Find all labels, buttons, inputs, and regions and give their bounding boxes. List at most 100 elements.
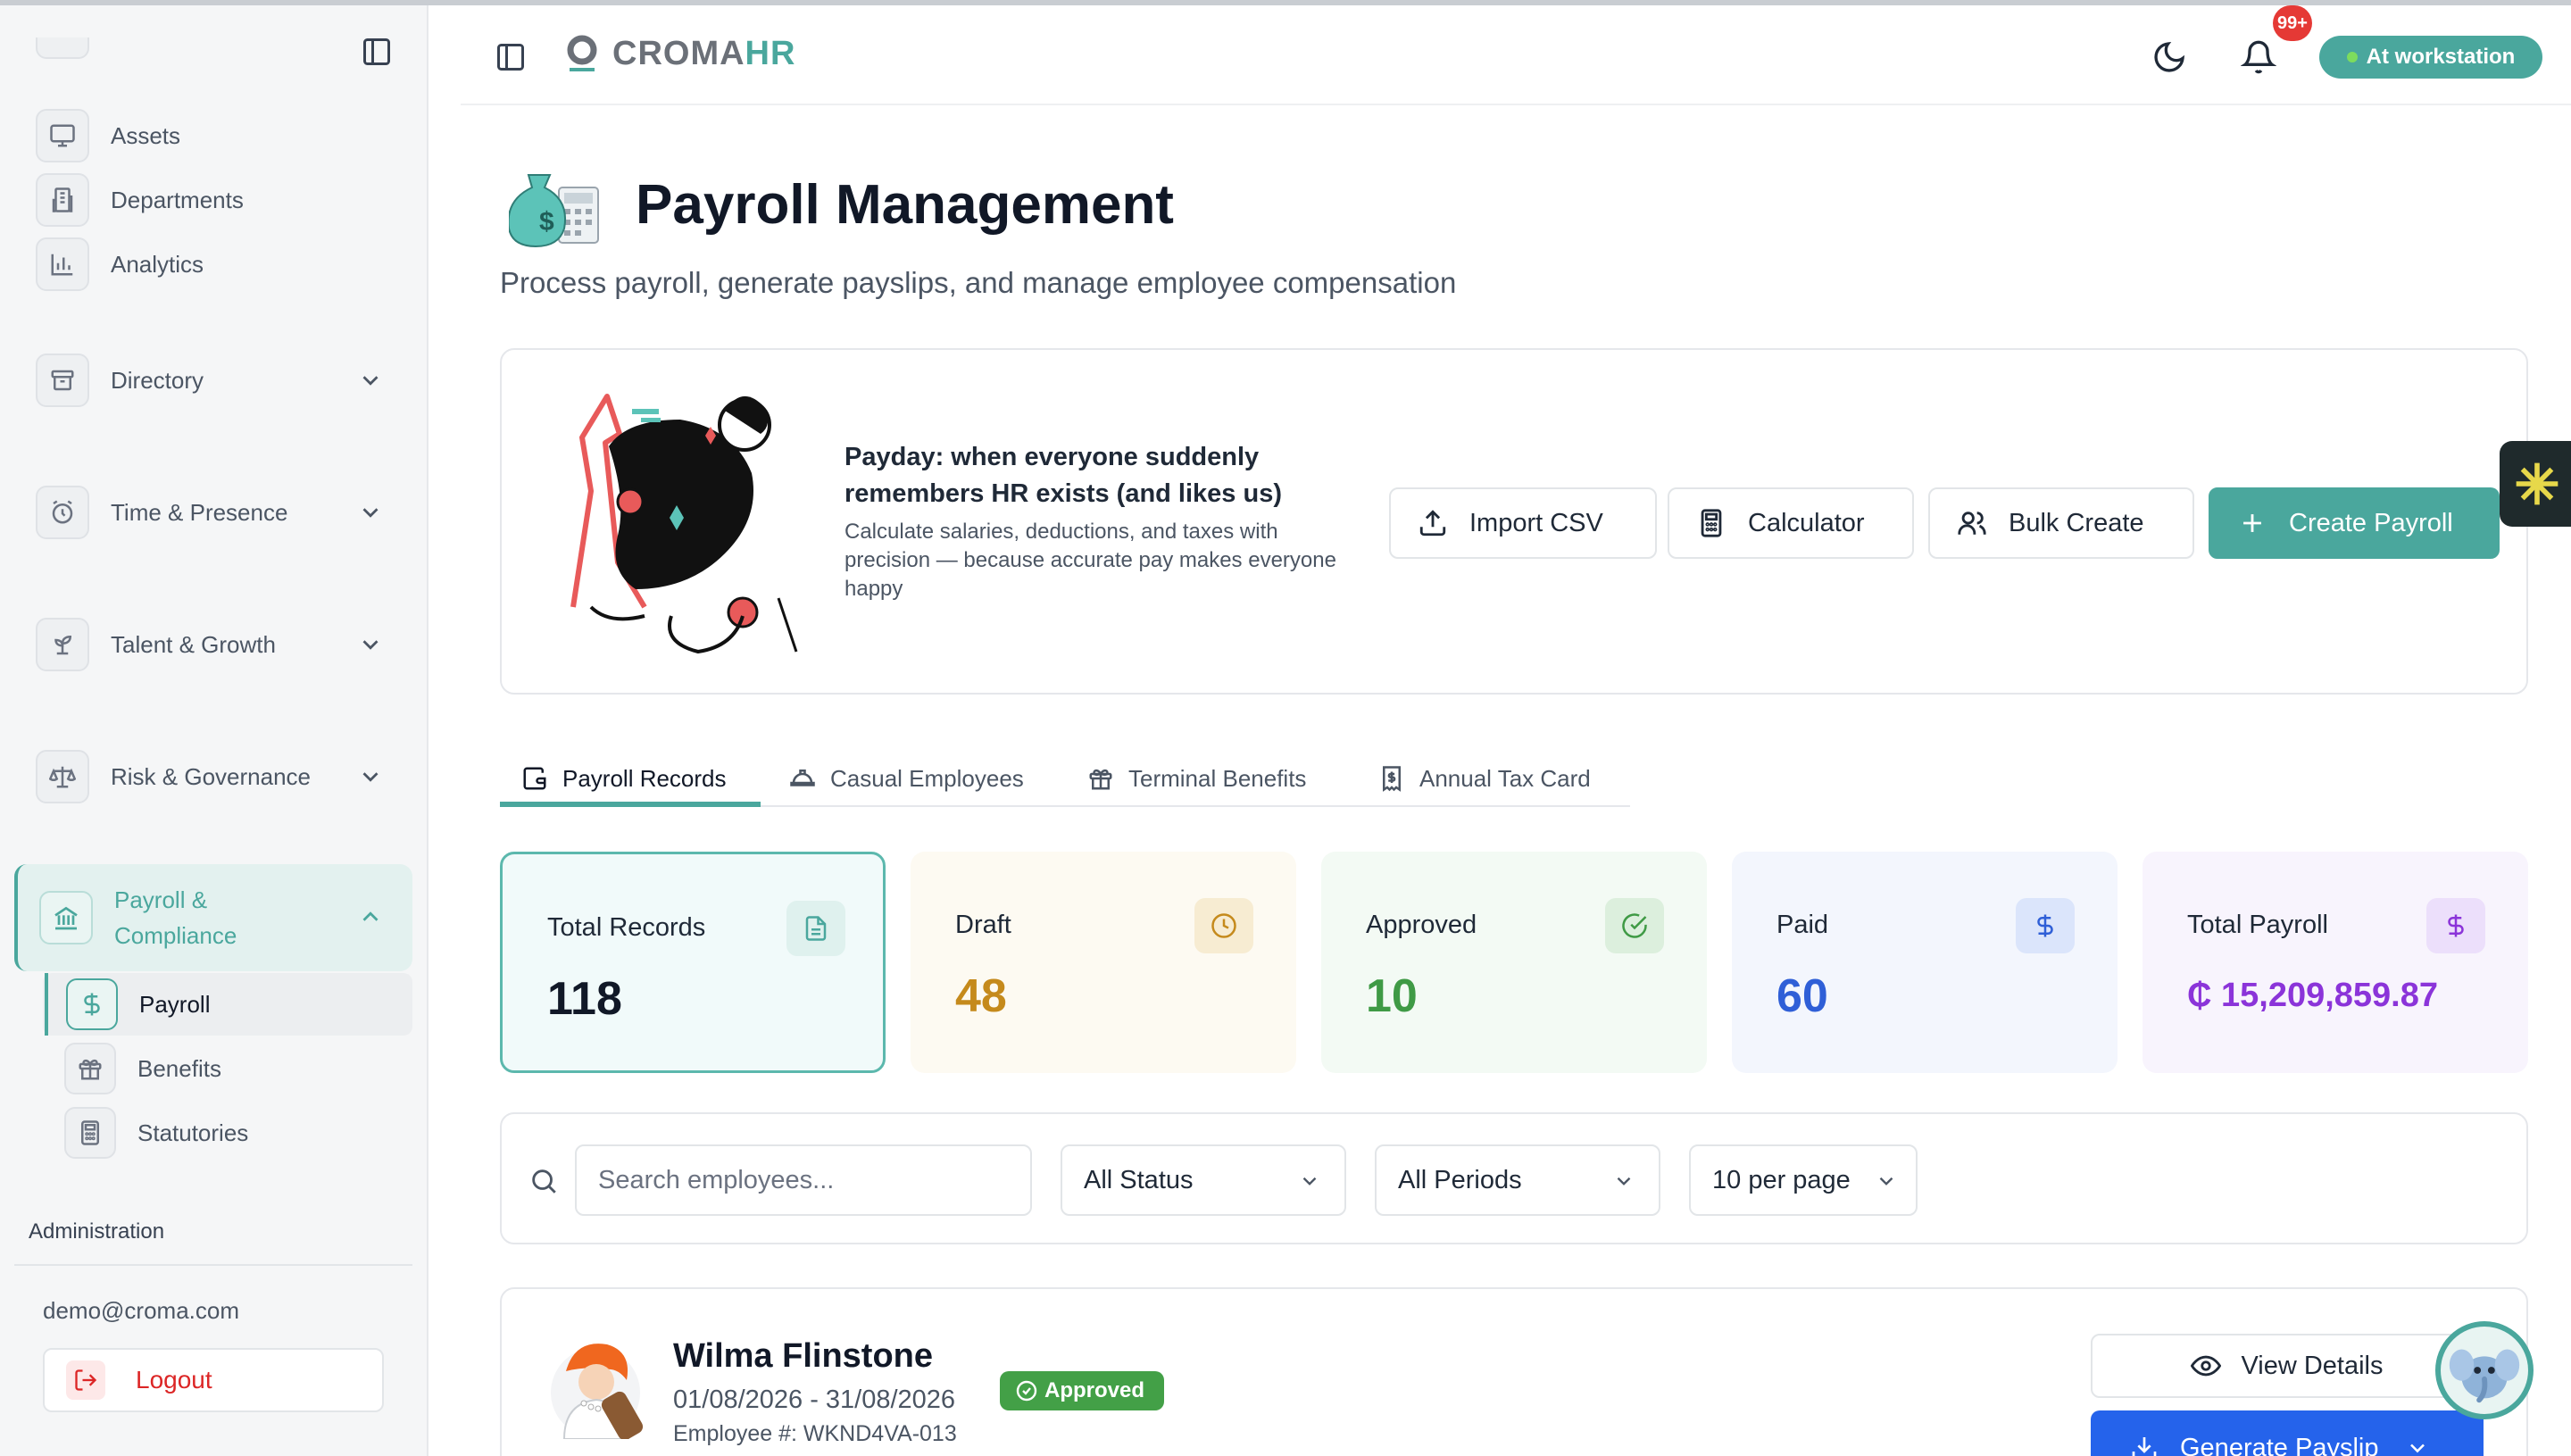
employee-number: Employee #: WKND4VA-013 bbox=[673, 1421, 957, 1446]
tab-label: Terminal Benefits bbox=[1128, 764, 1307, 792]
chevron-down-icon[interactable] bbox=[357, 367, 384, 394]
chevron-down-icon bbox=[1302, 1177, 1317, 1186]
side-widget-tab[interactable] bbox=[2500, 441, 2571, 527]
logo-text: CROMAHR bbox=[612, 35, 795, 73]
dollar-icon bbox=[66, 978, 118, 1030]
status-badge[interactable]: At workstation bbox=[2319, 36, 2542, 79]
sidebar-group-label: Payroll & Compliance bbox=[114, 882, 237, 953]
admin-section-label: Administration bbox=[29, 1219, 165, 1244]
wallet-icon bbox=[523, 767, 546, 790]
chevron-down-icon[interactable] bbox=[357, 499, 384, 526]
sidebar-item-directory[interactable]: Directory bbox=[36, 352, 204, 409]
sidebar-subitem-label: Benefits bbox=[137, 1054, 221, 1082]
monitor-icon bbox=[36, 109, 89, 162]
tab-label: Payroll Records bbox=[562, 764, 727, 792]
moon-icon[interactable] bbox=[2151, 39, 2187, 75]
check-circle-icon bbox=[1605, 898, 1664, 953]
assistant-mascot-button[interactable] bbox=[2435, 1321, 2534, 1419]
status-badge: Approved bbox=[1000, 1371, 1165, 1410]
notification-badge: 99+ bbox=[2273, 5, 2312, 41]
bulk-create-button[interactable]: Bulk Create bbox=[1928, 487, 2194, 559]
status-dot bbox=[2346, 52, 2358, 62]
users-icon bbox=[1958, 512, 1986, 535]
logout-button[interactable]: Logout bbox=[43, 1348, 384, 1412]
chevron-down-icon[interactable] bbox=[357, 631, 384, 658]
sidebar-subitem-benefits[interactable]: Benefits bbox=[64, 1040, 221, 1097]
stat-card-total-payroll[interactable]: Total Payroll ₵ 15,209,859.87 bbox=[2142, 852, 2528, 1073]
avatar bbox=[551, 1344, 644, 1439]
logo-text-part2: HR bbox=[745, 34, 796, 72]
panel-toggle-icon[interactable] bbox=[495, 41, 527, 73]
search-icon bbox=[532, 1169, 556, 1194]
sidebar-item-analytics[interactable]: Analytics bbox=[36, 236, 204, 293]
search-input[interactable] bbox=[575, 1144, 1032, 1216]
sidebar-item-label: Directory bbox=[111, 366, 204, 394]
tab-terminal-benefits[interactable]: Terminal Benefits bbox=[1087, 752, 1306, 805]
pay-period: 01/08/2026 - 31/08/2026 bbox=[673, 1385, 956, 1414]
sidebar-item-assets[interactable]: Assets bbox=[36, 107, 180, 164]
building-icon bbox=[36, 173, 89, 227]
landmark-icon bbox=[39, 891, 93, 944]
sidebar: Assets Departments Analytics Directory T… bbox=[0, 5, 428, 1456]
generate-payslip-button[interactable]: Generate Payslip bbox=[2091, 1410, 2484, 1456]
sidebar-item-time-presence[interactable]: Time & Presence bbox=[36, 484, 287, 541]
stat-card-total-records[interactable]: Total Records 118 bbox=[500, 852, 886, 1073]
period-select-value: All Periods bbox=[1398, 1165, 1522, 1194]
bell-icon[interactable] bbox=[2241, 39, 2276, 75]
import-csv-label: Import CSV bbox=[1469, 508, 1603, 537]
create-payroll-button[interactable]: Create Payroll bbox=[2209, 487, 2500, 559]
top-header: CROMAHR 99+ At workstation bbox=[461, 5, 2571, 105]
active-tab-indicator bbox=[500, 802, 761, 807]
sidebar-item-label: Talent & Growth bbox=[111, 630, 276, 658]
view-details-label: View Details bbox=[2241, 1351, 2384, 1380]
sparkle-icon bbox=[2516, 462, 2559, 505]
dollar-icon bbox=[2426, 898, 2485, 953]
app-logo[interactable]: CROMAHR bbox=[564, 32, 795, 75]
sidebar-item-risk-governance[interactable]: Risk & Governance bbox=[36, 748, 311, 805]
tab-payroll-records[interactable]: Payroll Records bbox=[521, 752, 727, 805]
stat-label: Approved bbox=[1366, 911, 1477, 939]
chevron-up-icon[interactable] bbox=[357, 903, 384, 930]
per-page-select[interactable]: 10 per page bbox=[1689, 1144, 1918, 1216]
stat-value: 48 bbox=[955, 970, 1007, 1022]
period-select[interactable]: All Periods bbox=[1375, 1144, 1660, 1216]
stat-label: Total Payroll bbox=[2187, 911, 2328, 939]
payday-illustration bbox=[570, 394, 798, 654]
status-select[interactable]: All Status bbox=[1061, 1144, 1346, 1216]
plus-icon bbox=[2243, 514, 2261, 532]
bulk-create-label: Bulk Create bbox=[2009, 508, 2144, 537]
import-csv-button[interactable]: Import CSV bbox=[1389, 487, 1657, 559]
calculator-button[interactable]: Calculator bbox=[1668, 487, 1914, 559]
sidebar-item-departments[interactable]: Departments bbox=[36, 171, 244, 229]
bar-chart-icon bbox=[36, 237, 89, 291]
divider bbox=[14, 1264, 412, 1266]
sidebar-group-header[interactable]: Payroll & Compliance bbox=[39, 886, 237, 949]
stat-label: Total Records bbox=[547, 913, 706, 942]
sidebar-item-label: Risk & Governance bbox=[111, 762, 311, 790]
stat-card-draft[interactable]: Draft 48 bbox=[911, 852, 1296, 1073]
sprout-icon bbox=[36, 618, 89, 671]
sidebar-item-label: Assets bbox=[111, 121, 181, 149]
sidebar-item-talent-growth[interactable]: Talent & Growth bbox=[36, 616, 276, 673]
stat-card-paid[interactable]: Paid 60 bbox=[1732, 852, 2118, 1073]
tab-label: Annual Tax Card bbox=[1419, 764, 1591, 792]
chevron-down-icon[interactable] bbox=[357, 763, 384, 790]
tab-casual-employees[interactable]: Casual Employees bbox=[789, 752, 1024, 805]
stat-value: 10 bbox=[1366, 970, 1418, 1022]
calculator-label: Calculator bbox=[1748, 508, 1865, 537]
sidebar-item-label: Time & Presence bbox=[111, 498, 288, 526]
alarm-clock-icon bbox=[36, 486, 89, 539]
stat-card-approved[interactable]: Approved 10 bbox=[1321, 852, 1707, 1073]
sidebar-subitem-statutories[interactable]: Statutories bbox=[64, 1104, 248, 1161]
sidebar-subitem-payroll[interactable]: Payroll bbox=[66, 976, 210, 1033]
hero-description: Calculate salaries, deductions, and taxe… bbox=[845, 520, 1336, 601]
sidebar-item-label: Analytics bbox=[111, 250, 204, 278]
sidebar-collapse-icon[interactable] bbox=[361, 36, 393, 68]
file-text-icon bbox=[786, 901, 845, 956]
view-details-button[interactable]: View Details bbox=[2091, 1334, 2484, 1398]
tab-annual-tax-card[interactable]: Annual Tax Card bbox=[1378, 752, 1591, 805]
tab-label: Casual Employees bbox=[830, 764, 1024, 792]
dollar-icon bbox=[2016, 898, 2075, 953]
logo-mark-icon bbox=[567, 35, 597, 71]
gift-icon bbox=[1089, 769, 1112, 790]
